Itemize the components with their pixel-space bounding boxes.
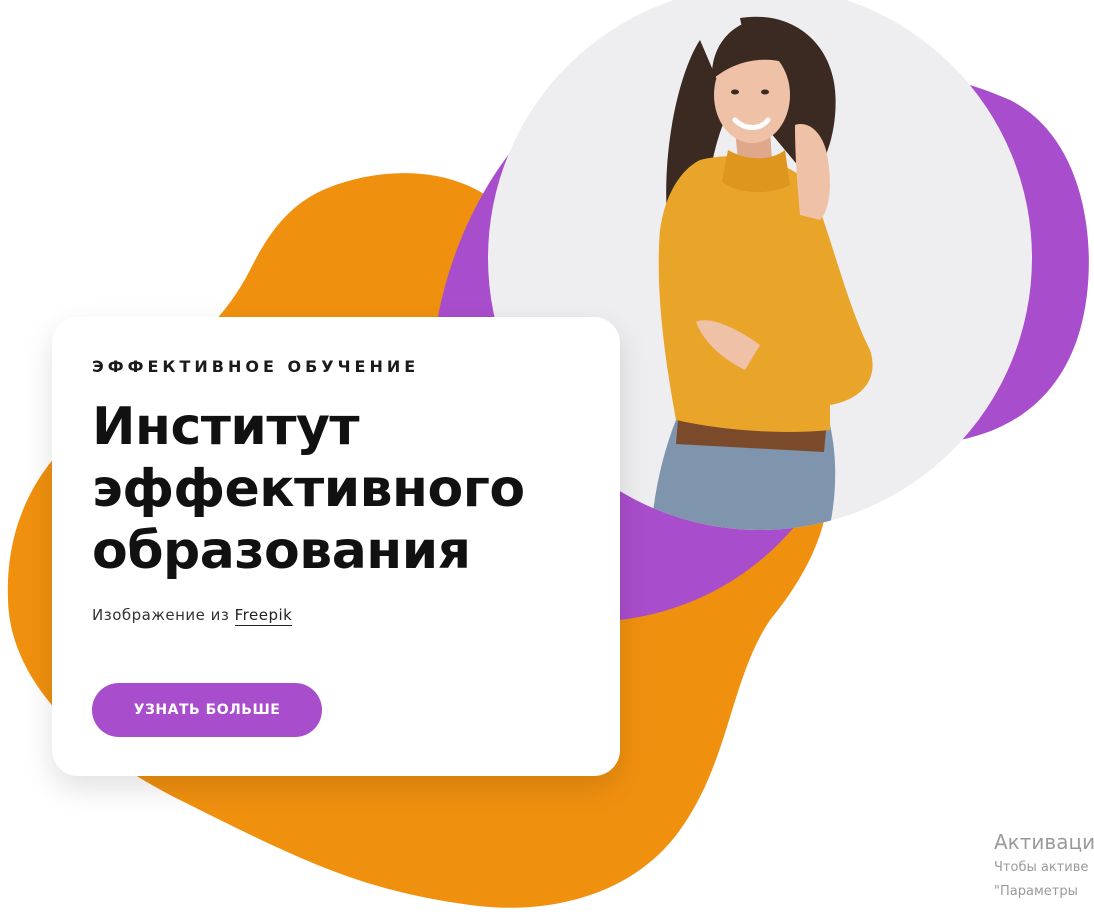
hero-section: ЭФФЕКТИВНОЕ ОБУЧЕНИЕ Институт эффективно… — [0, 0, 1094, 923]
watermark-line-2: "Параметры — [994, 884, 1078, 899]
hero-card: ЭФФЕКТИВНОЕ ОБУЧЕНИЕ Институт эффективно… — [52, 317, 620, 776]
title-line-3: образования — [92, 521, 471, 581]
eyebrow-label: ЭФФЕКТИВНОЕ ОБУЧЕНИЕ — [92, 357, 420, 376]
windows-activation-watermark: Активаци Чтобы активе "Параметры — [994, 828, 1094, 904]
title-line-1: Институт — [92, 397, 360, 457]
title-line-2: эффективного — [92, 459, 525, 519]
watermark-line-1: Чтобы активе — [994, 860, 1089, 875]
page-title: Институт эффективного образования — [92, 396, 580, 582]
learn-more-button[interactable]: УЗНАТЬ БОЛЬШЕ — [92, 683, 322, 737]
watermark-title: Активаци — [994, 830, 1094, 854]
image-credit: Изображение из Freepik — [92, 606, 580, 626]
image-credit-prefix: Изображение из — [92, 606, 235, 624]
freepik-link[interactable]: Freepik — [234, 606, 293, 626]
